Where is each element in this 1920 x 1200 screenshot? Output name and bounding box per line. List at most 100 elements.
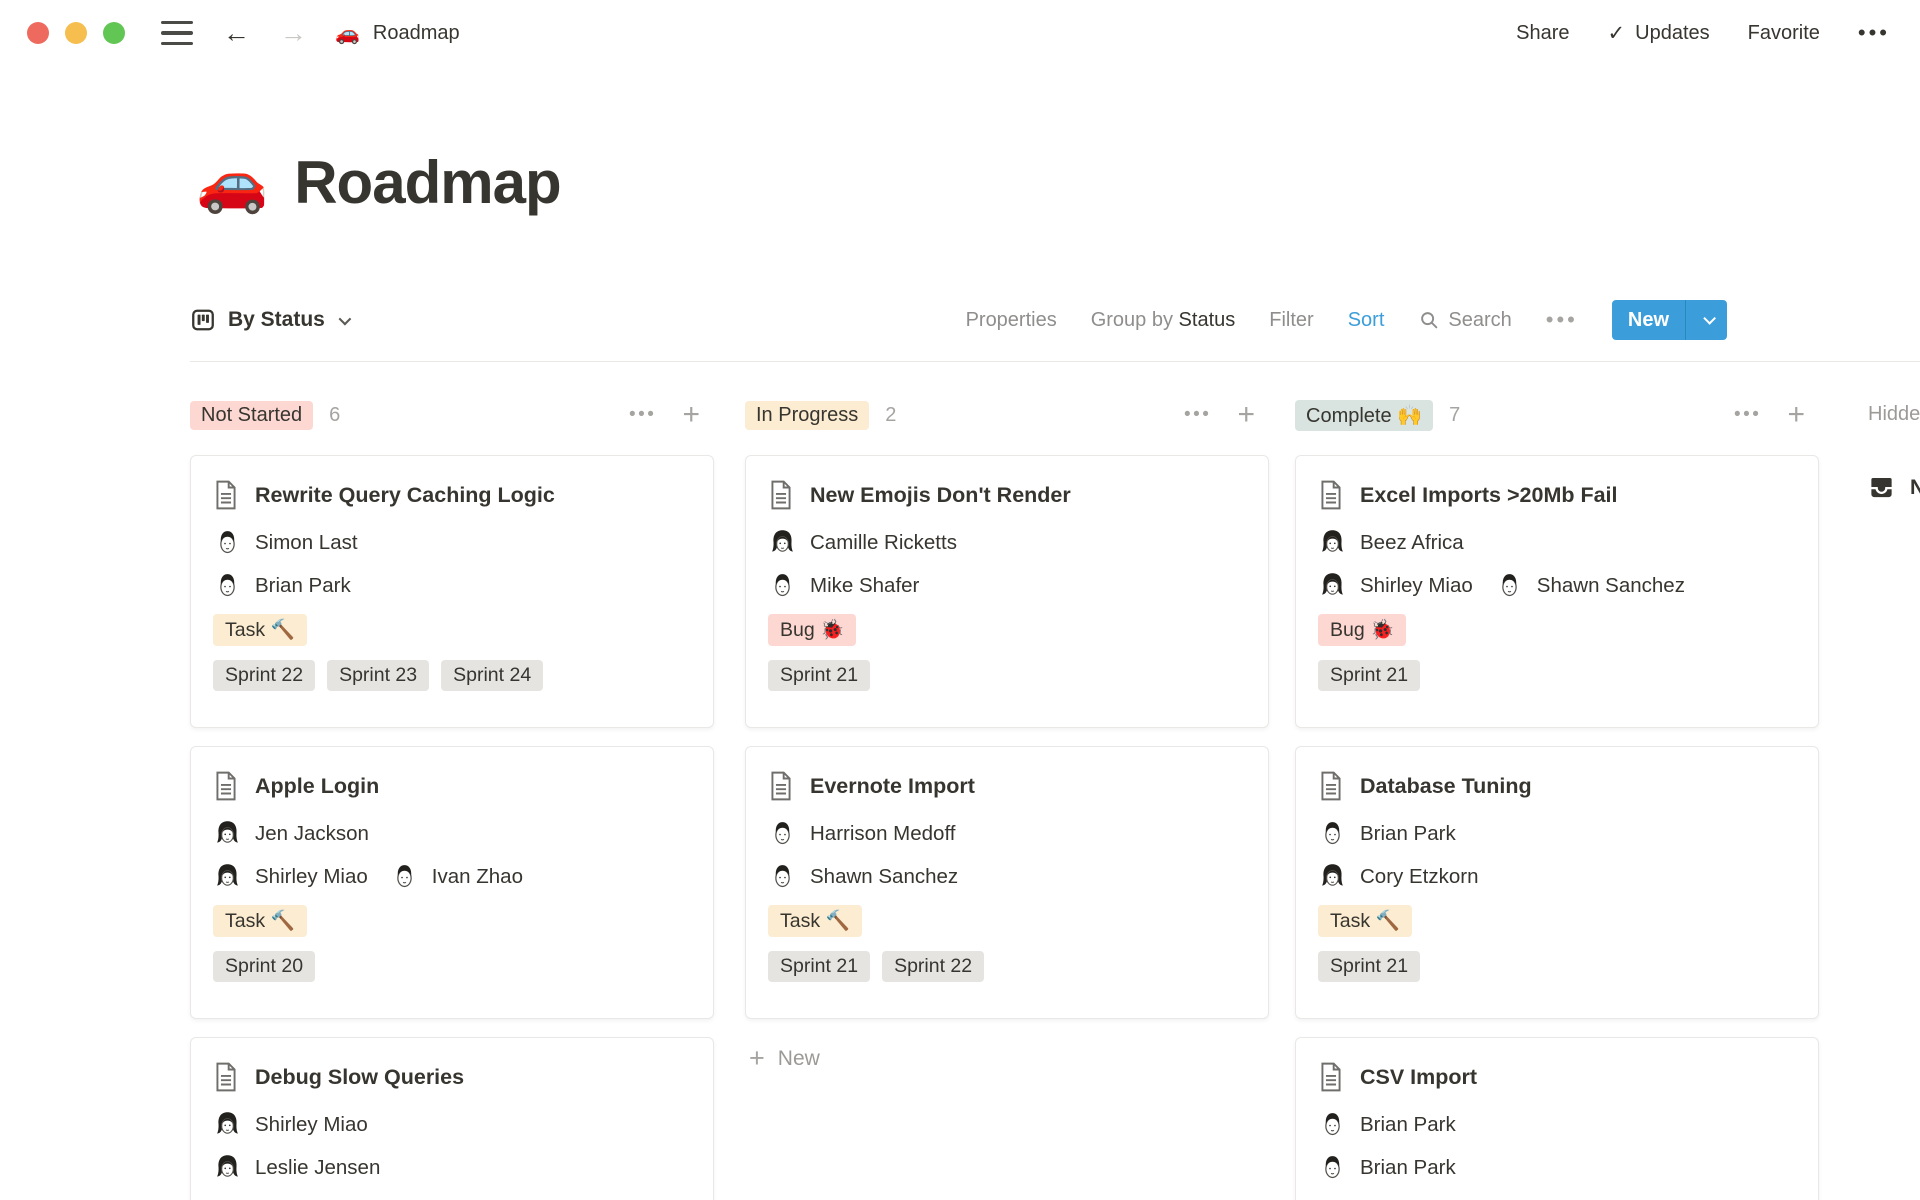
window-titlebar: ← → 🚗 Roadmap Share ✓ Updates Favorite •… [0,0,1920,66]
sidebar-toggle-icon[interactable] [161,20,193,46]
group-by-button[interactable]: Group by Status [1091,309,1236,332]
column-add-icon[interactable]: + [682,400,700,430]
bug-tag: Bug 🐞 [768,614,857,646]
person-row: Brian Park [213,571,691,600]
properties-button[interactable]: Properties [966,309,1057,332]
sprint-tag: Sprint 24 [441,660,544,691]
column-status-badge[interactable]: Complete 🙌 [1295,399,1434,431]
hidden-column-row[interactable]: N [1868,474,1920,501]
sprint-tag: Sprint 23 [327,660,430,691]
person-row: Brian Park [1318,1110,1796,1139]
board-column: Not Started 6 ••• + Rewrite Query Caching Lo… [190,396,714,1200]
search-icon [1421,312,1438,329]
share-button[interactable]: Share [1516,22,1569,45]
close-window-button[interactable] [27,22,49,44]
person-row: Brian Park [1318,1153,1796,1182]
person-name: Cory Etzkorn [1360,864,1479,888]
page-icon [1318,1062,1344,1092]
board-card[interactable]: CSV Import Brian Park Brian Park [1295,1037,1819,1200]
avatar [390,862,419,891]
search-button[interactable]: Search [1418,309,1512,332]
column-add-icon[interactable]: + [1237,400,1255,430]
page-title: Roadmap [294,149,561,216]
person-name: Brian Park [255,573,351,597]
check-icon: ✓ [1607,21,1626,45]
person-name: Ivan Zhao [431,864,523,888]
group-by-value: Status [1178,308,1236,331]
page-icon [768,771,794,801]
avatar [768,571,797,600]
avatar [213,819,242,848]
new-button[interactable]: New [1611,300,1727,340]
inbox-icon [1870,477,1893,498]
favorite-button[interactable]: Favorite [1748,22,1820,45]
sort-button[interactable]: Sort [1348,309,1385,332]
page-header: 🚗 Roadmap [196,148,562,217]
column-status-badge[interactable]: In Progress [745,400,870,430]
page-icon [213,480,239,510]
add-card-button[interactable]: + New [745,1045,1269,1072]
plus-icon: + [749,1043,765,1073]
task-tag: Task 🔨 [1318,905,1412,937]
breadcrumb[interactable]: 🚗 Roadmap [335,21,460,46]
task-tag: Task 🔨 [213,614,307,646]
traffic-lights [27,22,125,44]
board-card[interactable]: Apple Login Jen Jackson Shirley Miao Ivan Z… [190,746,714,1019]
minimize-window-button[interactable] [65,22,87,44]
filter-button[interactable]: Filter [1269,309,1313,332]
hidden-column-label: N [1910,475,1920,499]
person-row: Shirley Miao Shawn Sanchez [1318,571,1796,600]
board-card[interactable]: Rewrite Query Caching Logic Simon Last Bri… [190,455,714,728]
new-button-label[interactable]: New [1612,300,1685,340]
avatar [1318,862,1347,891]
page-icon [768,480,794,510]
person-name: Brian Park [1360,821,1456,845]
person-name: Harrison Medoff [810,821,956,845]
column-more-icon[interactable]: ••• [1734,404,1761,426]
toolbar-more-icon[interactable]: ••• [1546,307,1578,333]
sprint-tag: Sprint 21 [768,660,871,691]
avatar [768,862,797,891]
column-status-badge[interactable]: Not Started [190,400,314,430]
new-button-dropdown[interactable] [1685,300,1727,340]
person-name: Jen Jackson [255,821,369,845]
column-more-icon[interactable]: ••• [1184,404,1211,426]
hidden-columns-section: Hidden columns N [1868,396,1920,501]
board-column: Complete 🙌 7 ••• + Excel Imports >20Mb Fail B… [1295,396,1819,1200]
more-menu-icon[interactable]: ••• [1858,20,1890,46]
person-name: Simon Last [255,530,358,554]
person-name: Shirley Miao [1360,573,1473,597]
person-row: Beez Africa [1318,528,1796,557]
column-count: 7 [1449,403,1461,426]
card-title: Apple Login [255,773,380,798]
board-card[interactable]: Debug Slow Queries Shirley Miao Leslie Jen… [190,1037,714,1200]
person-name: Brian Park [1360,1112,1456,1136]
page-icon [213,1062,239,1092]
card-title: CSV Import [1360,1064,1478,1089]
forward-arrow-icon[interactable]: → [280,19,307,47]
back-arrow-icon[interactable]: ← [223,19,250,47]
page-emoji-icon: 🚗 [196,149,269,215]
board-card[interactable]: Database Tuning Brian Park Cory Etzkorn Tas… [1295,746,1819,1019]
column-add-icon[interactable]: + [1787,400,1805,430]
avatar [213,571,242,600]
updates-button[interactable]: ✓ Updates [1608,21,1710,46]
sprint-tag: Sprint 21 [1318,660,1421,691]
view-selector[interactable]: By Status [190,307,352,333]
doc-emoji-icon: 🚗 [335,22,360,45]
board-card[interactable]: New Emojis Don't Render Camille Ricketts M… [745,455,1269,728]
page-icon [1318,480,1344,510]
avatar [1318,1153,1347,1182]
board-card[interactable]: Evernote Import Harrison Medoff Shawn Sanc… [745,746,1269,1019]
board: Hidden columns N Not Started 6 ••• + Rewrite… [190,396,1920,1200]
notion-window: ← → 🚗 Roadmap Share ✓ Updates Favorite •… [0,0,1920,1200]
add-card-label: New [777,1046,820,1070]
chevron-down-icon [338,312,352,325]
column-count: 2 [885,403,897,426]
column-more-icon[interactable]: ••• [629,404,656,426]
zoom-window-button[interactable] [103,22,125,44]
doc-title: Roadmap [372,21,460,44]
board-card[interactable]: Excel Imports >20Mb Fail Beez Africa Shirl… [1295,455,1819,728]
card-title: New Emojis Don't Render [810,482,1071,507]
person-name: Leslie Jensen [255,1155,381,1179]
